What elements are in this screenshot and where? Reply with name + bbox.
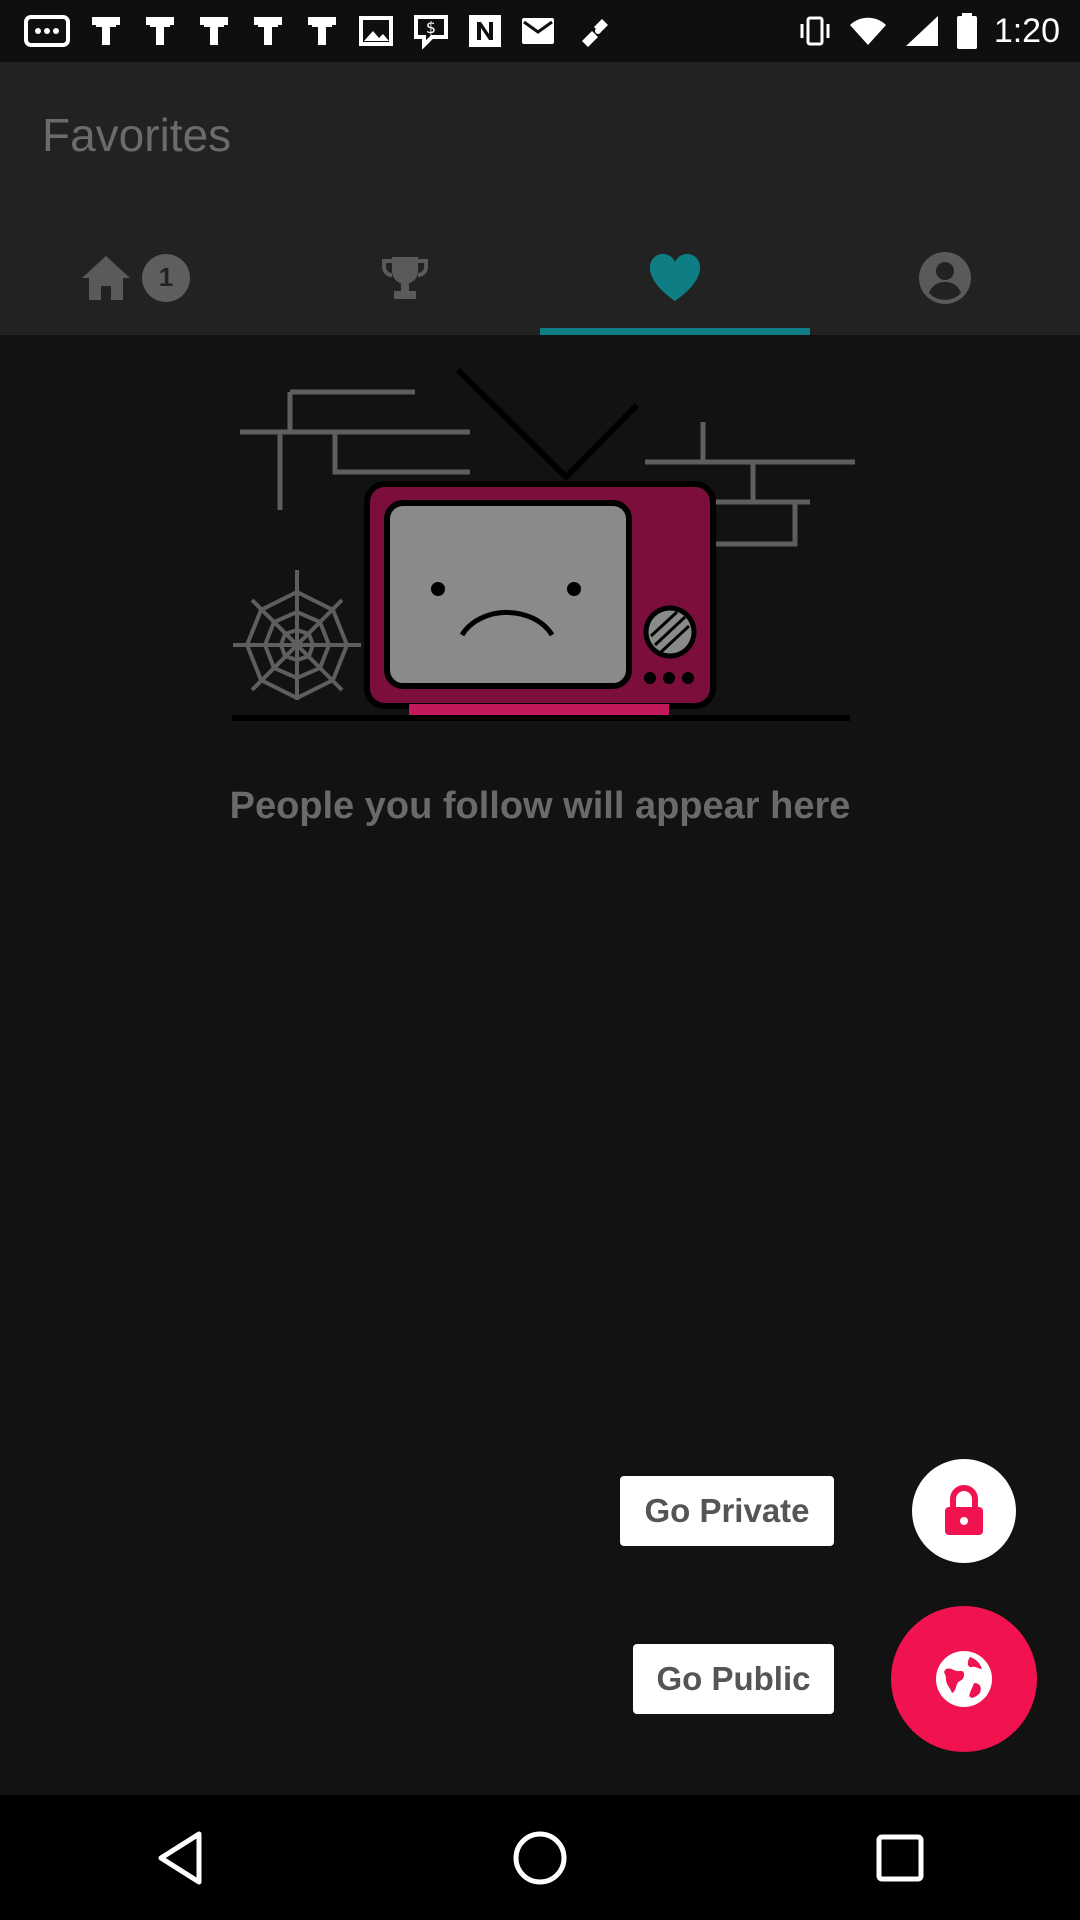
fake-gps-icon — [582, 19, 608, 47]
system-navigation-bar — [0, 1795, 1080, 1920]
notification-icons: $ — [24, 12, 614, 50]
battery-icon — [956, 13, 977, 49]
tv-left-eye — [431, 582, 445, 596]
recents-button[interactable] — [840, 1798, 960, 1918]
notification-icon — [200, 17, 228, 45]
signal-icon — [905, 16, 938, 46]
trophy-icon — [382, 256, 428, 299]
chat-dots-icon — [24, 15, 70, 47]
home-button[interactable] — [480, 1798, 600, 1918]
tv-stand — [409, 704, 669, 716]
notification-icon — [254, 17, 282, 45]
home-icon — [82, 255, 130, 300]
back-button[interactable] — [120, 1798, 240, 1918]
cash-app-icon: $ — [414, 15, 448, 49]
page-title: Favorites — [42, 109, 232, 161]
go-private-label-button[interactable]: Go Private — [620, 1476, 834, 1546]
go-public-label-button[interactable]: Go Public — [633, 1644, 834, 1714]
empty-state-message: People you follow will appear here — [229, 785, 851, 827]
lock-icon — [945, 1485, 983, 1535]
go-public-button[interactable] — [891, 1606, 1037, 1752]
globe-icon — [936, 1651, 992, 1707]
back-icon — [158, 1831, 202, 1884]
recents-icon — [876, 1834, 924, 1881]
sad-tv-illustration — [232, 367, 855, 721]
spider-web-icon — [233, 570, 361, 701]
notification-icon — [92, 17, 120, 45]
wifi-icon — [849, 17, 886, 45]
image-icon — [359, 16, 393, 46]
tab-home[interactable]: 1 — [0, 220, 270, 335]
vibrate-icon — [800, 16, 830, 46]
heart-icon — [649, 253, 701, 301]
notification-icon — [308, 17, 336, 45]
system-status: 1:20 — [798, 8, 1060, 54]
notification-badge: 1 — [142, 253, 190, 302]
mail-icon — [522, 18, 554, 44]
clock: 1:20 — [993, 11, 1060, 50]
notification-icon — [146, 17, 174, 45]
svg-text:$: $ — [426, 18, 436, 37]
go-private-button[interactable] — [912, 1459, 1016, 1563]
app-header: Favorites 1 — [0, 62, 1080, 335]
tv-antenna — [455, 367, 640, 482]
tv-screen — [384, 500, 632, 689]
tab-profile[interactable] — [810, 220, 1080, 335]
tab-bar: 1 — [0, 220, 1080, 335]
status-bar: $ 1:20 — [0, 0, 1080, 62]
n-app-icon — [469, 15, 501, 47]
tab-leaderboard[interactable] — [270, 220, 540, 335]
tab-favorites[interactable] — [540, 220, 810, 335]
profile-icon — [919, 251, 971, 304]
tv-right-eye — [567, 582, 581, 596]
home-icon — [513, 1831, 567, 1884]
